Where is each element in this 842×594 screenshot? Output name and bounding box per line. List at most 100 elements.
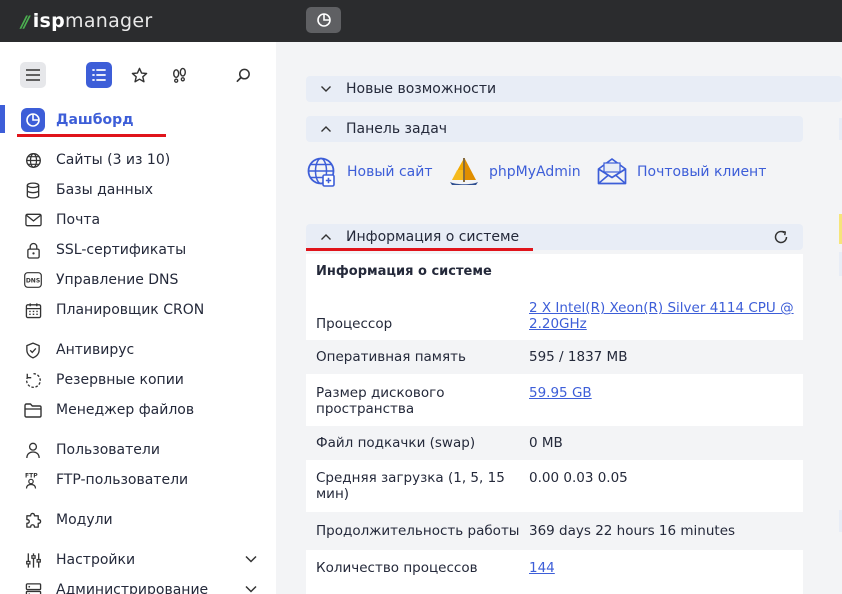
quick-action-new-site[interactable]: Новый сайт bbox=[306, 154, 432, 190]
table-row: Файл подкачки (swap) 0 MB bbox=[306, 426, 803, 460]
sidebar-item-label: Управление DNS bbox=[56, 272, 179, 288]
sidebar-item-mail[interactable]: Почта bbox=[24, 208, 100, 232]
mail-icon bbox=[24, 211, 42, 229]
row-label: Продолжительность работы bbox=[316, 523, 520, 539]
top-bar: // ispmanager bbox=[0, 0, 842, 42]
chevron-down-icon bbox=[306, 85, 346, 93]
sliders-icon bbox=[24, 551, 42, 569]
sidebar-item-label: Менеджер файлов bbox=[56, 402, 195, 418]
star-icon bbox=[131, 67, 147, 82]
calendar-icon bbox=[24, 301, 42, 319]
sidebar-item-settings[interactable]: Настройки bbox=[24, 548, 264, 572]
row-label: Файл подкачки (swap) bbox=[316, 435, 476, 451]
sidebar-item-label: Пользователи bbox=[56, 442, 160, 458]
chevron-up-icon bbox=[306, 125, 346, 133]
sidebar-item-backups[interactable]: Резервные копии bbox=[24, 368, 184, 392]
row-value: 0 MB bbox=[529, 435, 563, 451]
new-site-icon bbox=[306, 156, 338, 188]
table-row: Оперативная память 595 / 1837 MB bbox=[306, 340, 803, 374]
sidebar-item-ftp-users[interactable]: FTP FTP-пользователи bbox=[24, 468, 188, 492]
dashboard-icon bbox=[21, 108, 45, 132]
sidebar-item-label: Сайты (3 из 10) bbox=[56, 152, 171, 168]
sidebar-item-label: Модули bbox=[56, 512, 113, 528]
sidebar-item-dashboard[interactable]: Дашборд bbox=[21, 108, 134, 132]
row-value: 595 / 1837 MB bbox=[529, 349, 628, 365]
recent-button[interactable] bbox=[166, 62, 192, 88]
row-label: Процессор bbox=[316, 316, 393, 332]
sidebar: Дашборд Сайты (3 из 10) Базы данных Почт… bbox=[0, 42, 276, 594]
logo-mark-icon: // bbox=[21, 11, 30, 31]
sidebar-item-administration[interactable]: Администрирование bbox=[24, 578, 264, 594]
sidebar-item-cron[interactable]: Планировщик CRON bbox=[24, 298, 204, 322]
favorites-button[interactable] bbox=[126, 62, 152, 88]
sidebar-item-antivirus[interactable]: Антивирус bbox=[24, 338, 134, 362]
phpmyadmin-icon bbox=[448, 156, 480, 188]
logo[interactable]: // ispmanager bbox=[21, 8, 153, 34]
chevron-down-icon[interactable] bbox=[244, 554, 258, 564]
sidebar-item-sites[interactable]: Сайты (3 из 10) bbox=[24, 148, 170, 172]
table-row: Процессор 2 X Intel(R) Xeon(R) Silver 41… bbox=[306, 294, 803, 340]
list-icon bbox=[92, 69, 106, 81]
svg-text:DNS: DNS bbox=[26, 278, 40, 285]
sidebar-item-label: Администрирование bbox=[56, 582, 209, 594]
panel-title: Новые возможности bbox=[346, 81, 497, 97]
row-label: Оперативная память bbox=[316, 349, 466, 365]
menu-toggle-button[interactable] bbox=[20, 62, 46, 88]
sidebar-item-label: Антивирус bbox=[56, 342, 135, 358]
quick-action-label: Почтовый клиент bbox=[637, 164, 767, 180]
sysinfo-title: Информация о системе bbox=[316, 264, 492, 279]
panel-title: Информация о системе bbox=[346, 229, 520, 245]
row-value-link[interactable]: 2 X Intel(R) Xeon(R) Silver 4114 CPU @ 2… bbox=[529, 300, 799, 332]
dns-icon: DNS bbox=[24, 271, 42, 289]
sidebar-toolbar bbox=[0, 56, 276, 92]
quick-action-label: Новый сайт bbox=[347, 164, 433, 180]
active-item-indicator bbox=[0, 105, 5, 133]
chevron-down-icon[interactable] bbox=[244, 584, 258, 594]
row-value: 369 days 22 hours 16 minutes bbox=[529, 523, 736, 539]
highlight-underline bbox=[306, 248, 533, 251]
panel-title: Панель задач bbox=[346, 121, 448, 137]
sidebar-item-ssl[interactable]: SSL-сертификаты bbox=[24, 238, 186, 262]
shield-icon bbox=[24, 341, 42, 359]
sidebar-item-label: SSL-сертификаты bbox=[56, 242, 187, 258]
footprints-icon bbox=[172, 67, 186, 83]
table-row: Средняя загрузка (1, 5, 15 мин) 0.00 0.0… bbox=[306, 460, 803, 512]
sidebar-item-label: Базы данных bbox=[56, 182, 154, 198]
table-row: Количество процессов 144 bbox=[306, 550, 803, 590]
folder-icon bbox=[24, 401, 42, 419]
sidebar-item-label: Планировщик CRON bbox=[56, 302, 205, 318]
panel-header-tasks[interactable]: Панель задач bbox=[306, 116, 803, 142]
search-button[interactable] bbox=[230, 62, 256, 88]
hamburger-icon bbox=[26, 69, 40, 81]
server-icon bbox=[24, 581, 42, 594]
sidebar-item-label: Резервные копии bbox=[56, 372, 184, 388]
row-label: Размер дискового пространства bbox=[316, 385, 445, 417]
main-content: Новые возможности Панель задач Новый сай… bbox=[276, 42, 842, 594]
lock-icon bbox=[24, 241, 42, 259]
globe-icon bbox=[24, 151, 42, 169]
sidebar-item-dns[interactable]: DNS Управление DNS bbox=[24, 268, 178, 292]
mail-client-icon bbox=[596, 156, 628, 188]
search-icon bbox=[236, 68, 250, 82]
panel-header-sysinfo[interactable]: Информация о системе bbox=[306, 224, 803, 250]
table-row: Размер дискового пространства 59.95 GB bbox=[306, 374, 803, 426]
sidebar-item-databases[interactable]: Базы данных bbox=[24, 178, 153, 202]
svg-text:FTP: FTP bbox=[25, 473, 38, 480]
puzzle-icon bbox=[24, 511, 42, 529]
panel-header-news[interactable]: Новые возможности bbox=[306, 76, 842, 102]
sidebar-item-label: FTP-пользователи bbox=[56, 472, 189, 488]
quick-action-mail-client[interactable]: Почтовый клиент bbox=[596, 154, 766, 190]
row-value-link[interactable]: 144 bbox=[529, 560, 799, 576]
quick-action-phpmyadmin[interactable]: phpMyAdmin bbox=[448, 154, 581, 190]
dashboard-icon bbox=[316, 13, 331, 27]
menu-list-view-button[interactable] bbox=[86, 62, 112, 88]
refresh-icon[interactable] bbox=[773, 229, 789, 245]
sidebar-item-file-manager[interactable]: Менеджер файлов bbox=[24, 398, 194, 422]
sidebar-item-users[interactable]: Пользователи bbox=[24, 438, 160, 462]
ftp-icon: FTP bbox=[24, 471, 42, 489]
row-value: 0.00 0.03 0.05 bbox=[529, 470, 628, 486]
sidebar-item-modules[interactable]: Модули bbox=[24, 508, 113, 532]
top-dashboard-button[interactable] bbox=[306, 7, 341, 33]
row-value-link[interactable]: 59.95 GB bbox=[529, 385, 799, 401]
backup-icon bbox=[24, 371, 42, 389]
